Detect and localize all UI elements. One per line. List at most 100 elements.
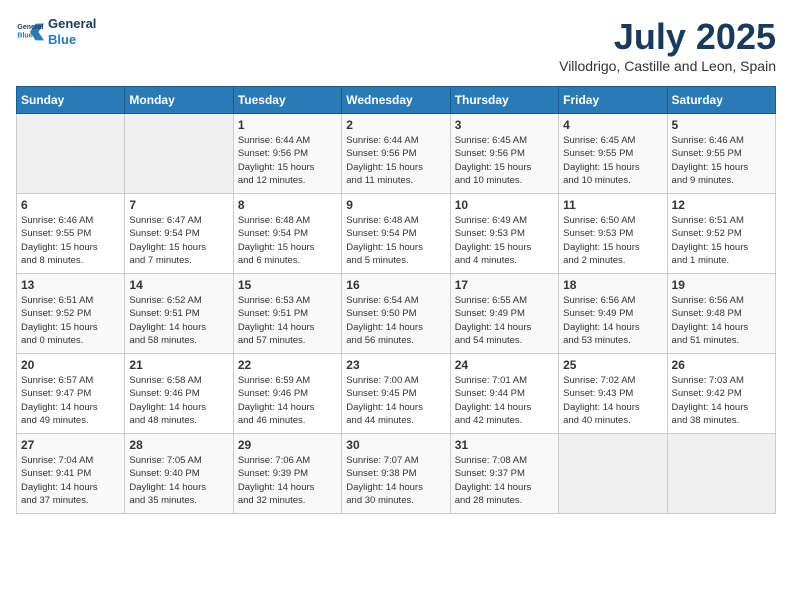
calendar-cell <box>125 114 233 194</box>
day-number: 26 <box>672 358 771 372</box>
logo-general: General <box>48 16 96 32</box>
day-info: Sunrise: 7:07 AM Sunset: 9:38 PM Dayligh… <box>346 454 445 507</box>
calendar-cell: 24 Sunrise: 7:01 AM Sunset: 9:44 PM Dayli… <box>450 354 558 434</box>
calendar-cell <box>559 434 667 514</box>
calendar-cell: 27 Sunrise: 7:04 AM Sunset: 9:41 PM Dayli… <box>17 434 125 514</box>
day-number: 28 <box>129 438 228 452</box>
day-info: Sunrise: 7:03 AM Sunset: 9:42 PM Dayligh… <box>672 374 771 427</box>
day-number: 5 <box>672 118 771 132</box>
day-number: 20 <box>21 358 120 372</box>
day-number: 1 <box>238 118 337 132</box>
day-number: 11 <box>563 198 662 212</box>
day-info: Sunrise: 6:48 AM Sunset: 9:54 PM Dayligh… <box>238 214 337 267</box>
weekday-header-wednesday: Wednesday <box>342 87 450 114</box>
day-info: Sunrise: 6:49 AM Sunset: 9:53 PM Dayligh… <box>455 214 554 267</box>
day-number: 27 <box>21 438 120 452</box>
weekday-header-sunday: Sunday <box>17 87 125 114</box>
calendar-cell: 16 Sunrise: 6:54 AM Sunset: 9:50 PM Dayli… <box>342 274 450 354</box>
calendar-cell: 20 Sunrise: 6:57 AM Sunset: 9:47 PM Dayli… <box>17 354 125 434</box>
calendar-cell <box>17 114 125 194</box>
calendar-cell: 26 Sunrise: 7:03 AM Sunset: 9:42 PM Dayli… <box>667 354 775 434</box>
day-info: Sunrise: 6:52 AM Sunset: 9:51 PM Dayligh… <box>129 294 228 347</box>
logo-icon: General Blue <box>16 18 44 46</box>
logo-blue: Blue <box>48 32 96 48</box>
day-number: 25 <box>563 358 662 372</box>
weekday-header-tuesday: Tuesday <box>233 87 341 114</box>
calendar-cell: 25 Sunrise: 7:02 AM Sunset: 9:43 PM Dayli… <box>559 354 667 434</box>
day-info: Sunrise: 7:05 AM Sunset: 9:40 PM Dayligh… <box>129 454 228 507</box>
day-number: 23 <box>346 358 445 372</box>
day-number: 19 <box>672 278 771 292</box>
calendar-cell <box>667 434 775 514</box>
day-info: Sunrise: 6:51 AM Sunset: 9:52 PM Dayligh… <box>21 294 120 347</box>
day-number: 12 <box>672 198 771 212</box>
location-subtitle: Villodrigo, Castille and Leon, Spain <box>559 58 776 74</box>
day-info: Sunrise: 6:53 AM Sunset: 9:51 PM Dayligh… <box>238 294 337 347</box>
day-info: Sunrise: 7:08 AM Sunset: 9:37 PM Dayligh… <box>455 454 554 507</box>
day-info: Sunrise: 6:57 AM Sunset: 9:47 PM Dayligh… <box>21 374 120 427</box>
calendar-cell: 5 Sunrise: 6:46 AM Sunset: 9:55 PM Daylig… <box>667 114 775 194</box>
calendar-cell: 3 Sunrise: 6:45 AM Sunset: 9:56 PM Daylig… <box>450 114 558 194</box>
day-number: 9 <box>346 198 445 212</box>
calendar-cell: 23 Sunrise: 7:00 AM Sunset: 9:45 PM Dayli… <box>342 354 450 434</box>
day-info: Sunrise: 7:00 AM Sunset: 9:45 PM Dayligh… <box>346 374 445 427</box>
day-info: Sunrise: 7:06 AM Sunset: 9:39 PM Dayligh… <box>238 454 337 507</box>
calendar-cell: 13 Sunrise: 6:51 AM Sunset: 9:52 PM Dayli… <box>17 274 125 354</box>
day-info: Sunrise: 6:48 AM Sunset: 9:54 PM Dayligh… <box>346 214 445 267</box>
day-number: 22 <box>238 358 337 372</box>
calendar-cell: 18 Sunrise: 6:56 AM Sunset: 9:49 PM Dayli… <box>559 274 667 354</box>
calendar-cell: 15 Sunrise: 6:53 AM Sunset: 9:51 PM Dayli… <box>233 274 341 354</box>
calendar-cell: 14Sunrise: 6:52 AM Sunset: 9:51 PM Dayli… <box>125 274 233 354</box>
week-row-1: 1 Sunrise: 6:44 AM Sunset: 9:56 PM Daylig… <box>17 114 776 194</box>
calendar-cell: 7 Sunrise: 6:47 AM Sunset: 9:54 PM Daylig… <box>125 194 233 274</box>
calendar-cell: 1Sunrise: 6:44 AM Sunset: 9:56 PM Daylig… <box>233 114 341 194</box>
calendar-cell: 28 Sunrise: 7:05 AM Sunset: 9:40 PM Dayli… <box>125 434 233 514</box>
title-area: July 2025 Villodrigo, Castille and Leon,… <box>559 16 776 74</box>
day-info: Sunrise: 6:51 AM Sunset: 9:52 PM Dayligh… <box>672 214 771 267</box>
calendar-cell: 21Sunrise: 6:58 AM Sunset: 9:46 PM Dayli… <box>125 354 233 434</box>
weekday-header-saturday: Saturday <box>667 87 775 114</box>
day-number: 4 <box>563 118 662 132</box>
logo: General Blue General Blue <box>16 16 96 47</box>
day-info: Sunrise: 7:02 AM Sunset: 9:43 PM Dayligh… <box>563 374 662 427</box>
calendar-cell: 8Sunrise: 6:48 AM Sunset: 9:54 PM Daylig… <box>233 194 341 274</box>
day-number: 15 <box>238 278 337 292</box>
day-number: 13 <box>21 278 120 292</box>
calendar-cell: 2 Sunrise: 6:44 AM Sunset: 9:56 PM Daylig… <box>342 114 450 194</box>
week-row-3: 13 Sunrise: 6:51 AM Sunset: 9:52 PM Dayli… <box>17 274 776 354</box>
day-info: Sunrise: 7:01 AM Sunset: 9:44 PM Dayligh… <box>455 374 554 427</box>
day-info: Sunrise: 6:46 AM Sunset: 9:55 PM Dayligh… <box>672 134 771 187</box>
header: General Blue General Blue July 2025 Vill… <box>16 16 776 74</box>
day-info: Sunrise: 7:04 AM Sunset: 9:41 PM Dayligh… <box>21 454 120 507</box>
calendar-cell: 6Sunrise: 6:46 AM Sunset: 9:55 PM Daylig… <box>17 194 125 274</box>
day-info: Sunrise: 6:54 AM Sunset: 9:50 PM Dayligh… <box>346 294 445 347</box>
weekday-header-friday: Friday <box>559 87 667 114</box>
week-row-2: 6Sunrise: 6:46 AM Sunset: 9:55 PM Daylig… <box>17 194 776 274</box>
day-info: Sunrise: 6:44 AM Sunset: 9:56 PM Dayligh… <box>346 134 445 187</box>
weekday-header-monday: Monday <box>125 87 233 114</box>
day-info: Sunrise: 6:45 AM Sunset: 9:56 PM Dayligh… <box>455 134 554 187</box>
day-number: 30 <box>346 438 445 452</box>
day-number: 2 <box>346 118 445 132</box>
day-number: 18 <box>563 278 662 292</box>
calendar-cell: 22Sunrise: 6:59 AM Sunset: 9:46 PM Dayli… <box>233 354 341 434</box>
day-info: Sunrise: 6:50 AM Sunset: 9:53 PM Dayligh… <box>563 214 662 267</box>
day-number: 3 <box>455 118 554 132</box>
week-row-5: 27 Sunrise: 7:04 AM Sunset: 9:41 PM Dayli… <box>17 434 776 514</box>
day-info: Sunrise: 6:47 AM Sunset: 9:54 PM Dayligh… <box>129 214 228 267</box>
day-number: 7 <box>129 198 228 212</box>
calendar-cell: 12 Sunrise: 6:51 AM Sunset: 9:52 PM Dayli… <box>667 194 775 274</box>
calendar-cell: 11 Sunrise: 6:50 AM Sunset: 9:53 PM Dayli… <box>559 194 667 274</box>
day-number: 24 <box>455 358 554 372</box>
calendar-cell: 4Sunrise: 6:45 AM Sunset: 9:55 PM Daylig… <box>559 114 667 194</box>
svg-text:General: General <box>17 24 43 31</box>
calendar-cell: 10Sunrise: 6:49 AM Sunset: 9:53 PM Dayli… <box>450 194 558 274</box>
weekday-header-row: SundayMondayTuesdayWednesdayThursdayFrid… <box>17 87 776 114</box>
day-info: Sunrise: 6:56 AM Sunset: 9:49 PM Dayligh… <box>563 294 662 347</box>
svg-text:Blue: Blue <box>17 32 32 39</box>
day-number: 16 <box>346 278 445 292</box>
day-number: 29 <box>238 438 337 452</box>
month-title: July 2025 <box>559 16 776 58</box>
day-number: 6 <box>21 198 120 212</box>
week-row-4: 20 Sunrise: 6:57 AM Sunset: 9:47 PM Dayli… <box>17 354 776 434</box>
